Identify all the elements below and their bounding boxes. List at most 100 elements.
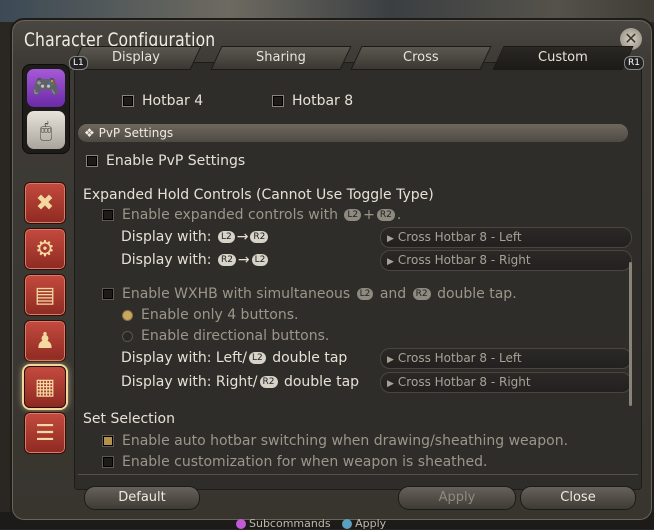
- r2-button-icon: R2: [250, 231, 269, 243]
- display-with-label: Display with:: [121, 252, 212, 268]
- tab-custom[interactable]: Custom: [492, 46, 634, 70]
- tab-sharing[interactable]: Sharing: [210, 46, 352, 70]
- hotbar-4-checkbox[interactable]: [122, 95, 134, 107]
- crossed-swords-icon[interactable]: ✖: [24, 182, 66, 224]
- and-text: and: [379, 286, 407, 302]
- wxhb-left-select[interactable]: ▶ Cross Hotbar 8 - Left: [380, 348, 632, 369]
- enable-pvp-label: Enable PvP Settings: [106, 153, 246, 169]
- set-selection-heading: Set Selection: [83, 411, 175, 427]
- apply-button[interactable]: Apply: [398, 486, 516, 510]
- hotbar-4-option[interactable]: Hotbar 4: [122, 93, 203, 109]
- dropdown-arrow-icon: ▶: [387, 379, 394, 389]
- dropdown-arrow-icon: ▶: [387, 234, 394, 244]
- l2-button-icon: L2: [251, 254, 269, 266]
- sheathed-customization-checkbox[interactable]: [102, 456, 114, 468]
- tab-display-label: Display: [112, 50, 160, 65]
- expanded-display-row-1: Display with: L2 → R2: [121, 229, 270, 245]
- subcommands-button-icon: [236, 519, 246, 529]
- plus-sign: +: [363, 207, 375, 223]
- chat-bubble-icon[interactable]: ☰: [24, 412, 66, 454]
- r1-hint: R1: [624, 56, 644, 70]
- select-value: Cross Hotbar 8 - Left: [397, 351, 522, 365]
- l1-hint: L1: [69, 56, 88, 70]
- close-button[interactable]: Close: [520, 486, 636, 510]
- select-value: Cross Hotbar 8 - Right: [397, 253, 531, 267]
- r2-button-icon: R2: [259, 376, 278, 388]
- mouse-icon[interactable]: 🖱: [27, 111, 65, 149]
- scrollbar[interactable]: [629, 262, 632, 406]
- select-value: Cross Hotbar 8 - Left: [397, 230, 522, 244]
- double-tap-label: double tap: [272, 350, 348, 366]
- hotbar-8-label: Hotbar 8: [292, 93, 354, 109]
- auto-hotbar-switch-option[interactable]: Enable auto hotbar switching when drawin…: [102, 433, 568, 449]
- enable-wxhb-option[interactable]: Enable WXHB with simultaneous L2 and R2 …: [102, 286, 517, 302]
- sheathed-customization-label: Enable customization for when weapon is …: [122, 454, 488, 470]
- hotbar-8-option[interactable]: Hotbar 8: [272, 93, 353, 109]
- arrow-icon: →: [236, 229, 249, 245]
- wxhb-right-select[interactable]: ▶ Cross Hotbar 8 - Right: [380, 372, 632, 393]
- enable-expanded-option[interactable]: Enable expanded controls with L2 + R2.: [102, 207, 401, 223]
- sheathed-customization-option[interactable]: Enable customization for when weapon is …: [102, 454, 487, 470]
- radio-directional-indicator[interactable]: [122, 330, 133, 342]
- controller-hint-dock: Subcommands Apply: [236, 517, 386, 530]
- enable-pvp-option[interactable]: Enable PvP Settings: [86, 153, 245, 169]
- radio-only-4-indicator[interactable]: [122, 309, 133, 321]
- l2-button-icon: L2: [217, 231, 235, 243]
- apply-hint: Apply: [355, 517, 387, 530]
- tab-custom-label: Custom: [538, 50, 588, 65]
- wxhb-display-row-2: Display with: Right/R2 double tap: [121, 374, 359, 390]
- gamepad-icon[interactable]: 🎮: [27, 69, 65, 107]
- expanded-hold-heading: Expanded Hold Controls (Cannot Use Toggl…: [83, 187, 434, 203]
- expanded-l2-r2-select[interactable]: ▶ Cross Hotbar 8 - Left: [380, 227, 632, 248]
- radio-only-4-buttons[interactable]: Enable only 4 buttons.: [122, 307, 298, 323]
- hotbar-checker-icon[interactable]: ▦: [24, 366, 66, 408]
- footer-divider: [78, 474, 638, 475]
- r2-button-icon: R2: [376, 209, 395, 221]
- l2-button-icon: L2: [344, 209, 362, 221]
- apply-button-icon: [342, 519, 353, 529]
- device-toggle: 🎮 🖱: [22, 64, 70, 154]
- enable-expanded-checkbox[interactable]: [102, 209, 114, 221]
- auto-hotbar-switch-label: Enable auto hotbar switching when drawin…: [122, 433, 569, 449]
- subcommands-hint: Subcommands: [249, 517, 331, 530]
- arrow-icon: →: [237, 252, 250, 268]
- sidebar: 🎮 🖱 ✖ ⚙ ▤ ♟ ▦ ☰: [22, 64, 70, 504]
- tab-sharing-label: Sharing: [256, 50, 306, 65]
- dropdown-arrow-icon: ▶: [387, 257, 394, 267]
- expanded-r2-l2-select[interactable]: ▶ Cross Hotbar 8 - Right: [380, 250, 632, 271]
- display-with-label: Display with:: [121, 229, 212, 245]
- character-bust-icon[interactable]: ♟: [24, 320, 66, 362]
- tab-cross[interactable]: Cross: [350, 46, 492, 70]
- r2-button-icon: R2: [217, 254, 236, 266]
- hotbar-4-label: Hotbar 4: [142, 93, 204, 109]
- radio-directional-label: Enable directional buttons.: [141, 328, 330, 344]
- radio-only-4-label: Enable only 4 buttons.: [141, 307, 299, 323]
- auto-hotbar-switch-checkbox[interactable]: [102, 435, 114, 447]
- display-left-label: Display with: Left/: [121, 350, 247, 366]
- l2-button-icon: L2: [356, 288, 374, 300]
- double-tap-label: double tap: [283, 374, 360, 390]
- l2-button-icon: L2: [248, 352, 266, 364]
- dropdown-arrow-icon: ▶: [387, 355, 394, 365]
- select-value: Cross Hotbar 8 - Right: [397, 375, 531, 389]
- tab-bar: Display Sharing Cross Custom: [66, 46, 634, 70]
- id-card-icon[interactable]: ▤: [24, 274, 66, 316]
- display-right-label: Display with: Right/: [121, 374, 258, 390]
- tab-cross-label: Cross: [403, 50, 439, 65]
- expanded-display-row-2: Display with: R2 → L2: [121, 252, 270, 268]
- pvp-section-title: PvP Settings: [98, 126, 174, 140]
- r2-button-icon: R2: [412, 288, 431, 300]
- enable-expanded-label: Enable expanded controls with: [122, 207, 338, 223]
- enable-wxhb-label: Enable WXHB with simultaneous: [122, 286, 351, 302]
- hotbar-8-checkbox[interactable]: [272, 95, 284, 107]
- radio-directional-buttons[interactable]: Enable directional buttons.: [122, 328, 329, 344]
- pvp-section-header: ❖ PvP Settings: [78, 124, 628, 142]
- enable-wxhb-checkbox[interactable]: [102, 288, 114, 300]
- wxhb-display-row-1: Display with: Left/L2 double tap: [121, 350, 347, 366]
- enable-pvp-checkbox[interactable]: [86, 155, 98, 167]
- tab-display[interactable]: Display: [70, 46, 202, 70]
- expanded-suffix: .: [396, 207, 402, 223]
- default-button[interactable]: Default: [84, 486, 200, 510]
- wxhb-suffix: double tap.: [437, 286, 517, 302]
- gear-character-icon[interactable]: ⚙: [24, 228, 66, 270]
